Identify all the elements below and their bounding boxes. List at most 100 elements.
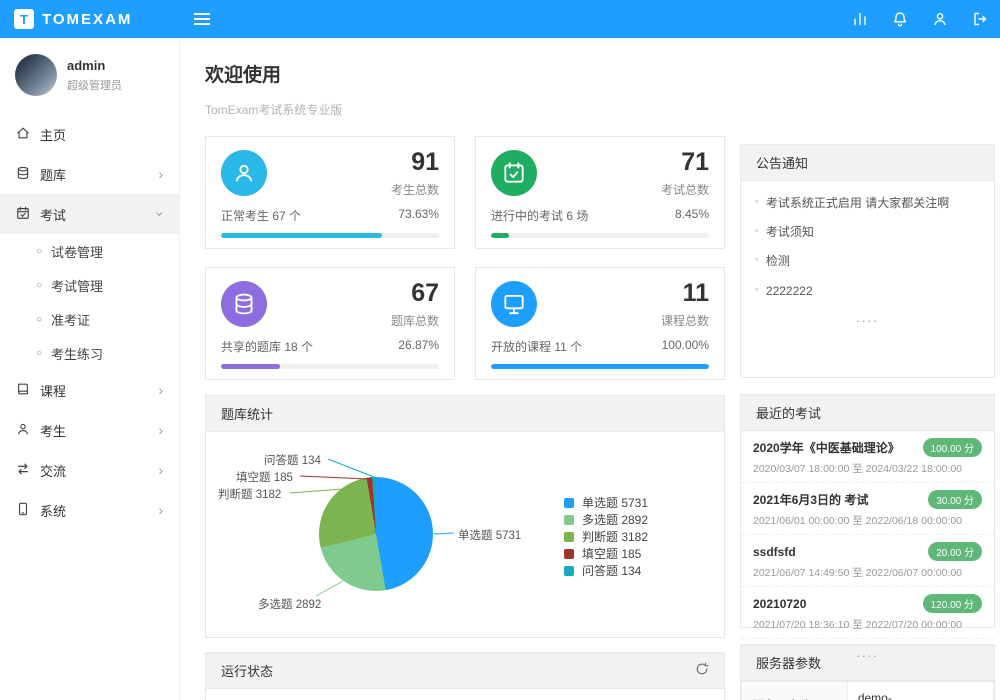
stat-value: 91 [391, 150, 439, 175]
app-logo[interactable]: T TOMEXAM [0, 9, 180, 29]
notice-text: 检测 [766, 253, 790, 269]
score-badge: 30.00 分 [928, 490, 982, 509]
pie-callout-fill-blank: 填空题 185 [236, 469, 293, 485]
sidebar: admin 超级管理员 主页 题库 › 考试 › ○ 试卷管理 ○ 考试管理 [0, 38, 180, 700]
chevron-right-icon: › [158, 382, 163, 398]
legend-label: 填空题 185 [582, 545, 641, 562]
stat-value: 71 [661, 150, 709, 175]
recent-exams-panel: 最近的考试 2020学年《中医基础理论》 100.00 分 2020/03/07… [740, 394, 995, 628]
exam-item[interactable]: ssdfsfd 20.00 分 2021/06/07 14:49:50 至 20… [741, 535, 994, 587]
sidebar-item-label: 主页 [40, 125, 66, 144]
progress-bar [221, 233, 439, 238]
stat-cards: 91 考生总数 正常考生 67 个 73.63% [205, 136, 725, 380]
sidebar-item-courses[interactable]: 课程 › [0, 370, 179, 410]
legend-item-qa[interactable]: 问答题 134 [564, 562, 648, 579]
legend-item-multi-choice[interactable]: 多选题 2892 [564, 511, 648, 528]
exam-date-range: 2021/06/01 00:00:00 至 2022/06/18 00:00:0… [753, 513, 982, 528]
pie-callout-judgment: 判断题 3182 [218, 486, 281, 502]
sidebar-item-system[interactable]: 系统 › [0, 490, 179, 530]
bullet-icon: ◦ [755, 195, 759, 210]
notice-item[interactable]: ◦2222222 [741, 275, 994, 304]
notice-item[interactable]: ◦检测 [741, 245, 994, 274]
sidebar-item-candidates[interactable]: 考生 › [0, 410, 179, 450]
user-icon[interactable] [920, 0, 960, 38]
left-column: 91 考生总数 正常考生 67 个 73.63% [205, 136, 725, 700]
stat-percent: 8.45% [675, 207, 709, 224]
stat-card-courses: 11 课程总数 开放的课程 11 个 100.00% [475, 267, 725, 380]
bullet-icon: ○ [36, 348, 42, 359]
pie-callout-multi-choice: 多选题 2892 [258, 596, 321, 612]
user-profile[interactable]: admin 超级管理员 [0, 38, 179, 114]
topbar-actions [840, 0, 1000, 38]
stat-label: 题库总数 [391, 312, 439, 329]
notice-item[interactable]: ◦考试须知 [741, 216, 994, 245]
sidebar-item-label: 系统 [40, 501, 66, 520]
sidebar-item-paper-management[interactable]: ○ 试卷管理 [0, 234, 179, 268]
legend-label: 单选题 5731 [582, 494, 648, 511]
chevron-down-icon: › [153, 212, 169, 217]
sidebar-item-label: 题库 [40, 165, 66, 184]
bullet-icon: ◦ [755, 224, 759, 239]
legend-label: 多选题 2892 [582, 511, 648, 528]
logout-icon[interactable] [960, 0, 1000, 38]
right-column: 公告通知 ◦考试系统正式启用 请大家都关注啊 ◦考试须知 ◦检测 ◦222222… [740, 144, 995, 700]
menu-toggle-icon[interactable] [180, 0, 224, 38]
sidebar-item-home[interactable]: 主页 [0, 114, 179, 154]
avatar [15, 54, 57, 96]
refresh-icon[interactable] [695, 662, 709, 679]
topbar: T TOMEXAM [0, 0, 1000, 38]
legend-swatch [564, 515, 574, 525]
sidebar-item-exam-management[interactable]: ○ 考试管理 [0, 268, 179, 302]
book-icon [16, 382, 30, 399]
sidebar-item-exam[interactable]: 考试 › [0, 194, 179, 234]
stat-sub: 共享的题库 18 个 [221, 338, 313, 355]
exam-date-range: 2021/07/20 18:36:10 至 2022/07/20 00:00:0… [753, 617, 982, 632]
sidebar-item-question-bank[interactable]: 题库 › [0, 154, 179, 194]
main-content: 欢迎使用 TomExam考试系统专业版 91 考生总数 [180, 38, 1000, 700]
sidebar-item-label: 课程 [40, 381, 66, 400]
progress-bar [491, 364, 709, 369]
sidebar-item-label: 考生 [40, 421, 66, 440]
panel-title: 运行状态 [221, 661, 273, 680]
bullet-icon: ○ [36, 314, 42, 325]
panel-title: 服务器参数 [756, 653, 821, 672]
legend-item-judgment[interactable]: 判断题 3182 [564, 528, 648, 545]
pie-legend: 单选题 5731 多选题 2892 判断题 3182 填空题 185 问答题 1… [564, 494, 648, 579]
subnav-label: 考试管理 [51, 276, 103, 295]
exam-stat-icon [491, 150, 537, 196]
server-param-value: demo-pro.tomexam.com [847, 682, 993, 700]
chevron-right-icon: › [158, 462, 163, 478]
bullet-icon: ◦ [755, 283, 759, 298]
bell-icon[interactable] [880, 0, 920, 38]
ranking-icon[interactable] [840, 0, 880, 38]
exam-item[interactable]: 20210720 120.00 分 2021/07/20 18:36:10 至 … [741, 587, 994, 639]
stat-label: 考试总数 [661, 181, 709, 198]
stat-percent: 100.00% [662, 338, 709, 355]
sidebar-item-candidate-practice[interactable]: ○ 考生练习 [0, 336, 179, 370]
person-icon [16, 422, 30, 439]
exam-item[interactable]: 2021年6月3日的 考试 30.00 分 2021/06/01 00:00:0… [741, 483, 994, 535]
legend-swatch [564, 532, 574, 542]
user-role: 超级管理员 [67, 77, 122, 93]
stat-percent: 73.63% [398, 207, 439, 224]
pie-callout-single-choice: 单选题 5731 [458, 527, 521, 543]
stat-sub: 开放的课程 11 个 [491, 338, 582, 355]
legend-item-fill-blank[interactable]: 填空题 185 [564, 545, 648, 562]
home-icon [16, 126, 30, 143]
notice-item[interactable]: ◦考试系统正式启用 请大家都关注啊 [741, 187, 994, 216]
stat-sub: 正常考生 67 个 [221, 207, 301, 224]
legend-item-single-choice[interactable]: 单选题 5731 [564, 494, 648, 511]
running-status-panel: 运行状态 SERVER1 [205, 652, 725, 700]
exam-name: 20210720 [753, 597, 917, 611]
logo-icon: T [14, 9, 34, 29]
pie-chart-area: 问答题 134 填空题 185 判断题 3182 单选题 5731 多选题 28… [206, 432, 724, 637]
chevron-right-icon: › [158, 422, 163, 438]
exchange-icon [16, 462, 30, 479]
exam-item[interactable]: 2020学年《中医基础理论》 100.00 分 2020/03/07 18:00… [741, 431, 994, 483]
device-icon [16, 502, 30, 519]
legend-swatch [564, 566, 574, 576]
server-params-table: 服务器名称 demo-pro.tomexam.com [741, 681, 994, 700]
logo-text: TOMEXAM [42, 11, 132, 28]
sidebar-item-communication[interactable]: 交流 › [0, 450, 179, 490]
sidebar-item-admission-ticket[interactable]: ○ 准考证 [0, 302, 179, 336]
